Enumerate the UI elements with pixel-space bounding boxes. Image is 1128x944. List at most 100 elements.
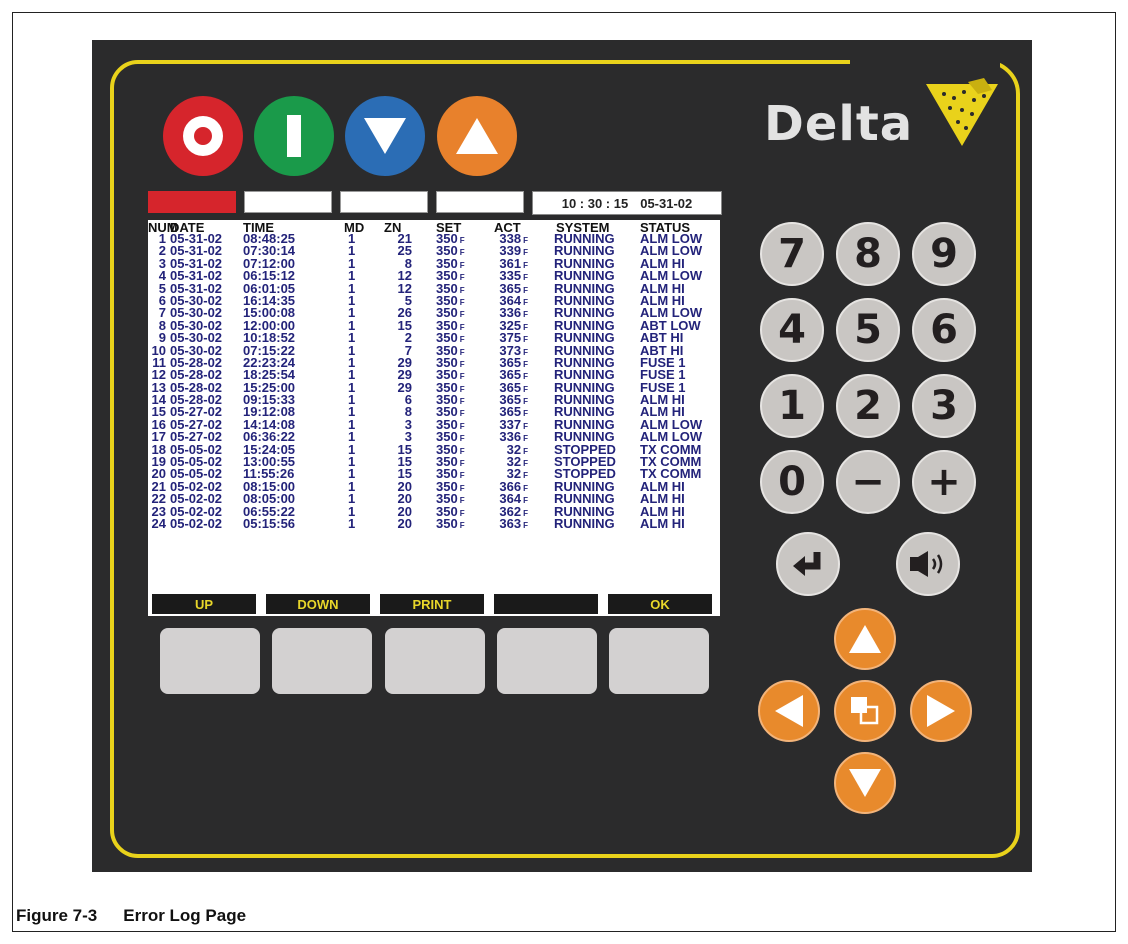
triangle-up-icon — [456, 118, 498, 154]
unit-label: F — [523, 471, 528, 481]
nav-down-button[interactable] — [834, 752, 896, 814]
function-key-3[interactable] — [385, 628, 485, 694]
key-2[interactable]: 2 — [836, 374, 900, 438]
function-key-1[interactable] — [160, 628, 260, 694]
down-button[interactable] — [345, 96, 425, 176]
unit-label: F — [523, 359, 528, 369]
figure-title: Error Log Page — [123, 906, 247, 925]
table-cell: RUNNING — [554, 515, 615, 531]
clock-time: 10 : 30 : 15 — [561, 195, 629, 211]
alarm-silence-button[interactable] — [896, 532, 960, 596]
clock-date: 05-31-02 — [640, 195, 693, 211]
table-row: 2 05-31-02 07:30:14 1 25 350 F 339 F RUNNING ALM L… — [148, 244, 720, 258]
softkey-bar: UP DOWN PRINT OK — [148, 592, 720, 616]
unit-label: F — [523, 260, 528, 270]
table-cell: 20 — [397, 515, 412, 531]
figure-number: Figure 7-3 — [16, 906, 98, 925]
brand-logo: Delta — [764, 96, 913, 152]
unit-label: F — [523, 384, 528, 394]
function-key-2[interactable] — [272, 628, 372, 694]
arrow-down-icon — [849, 769, 881, 797]
key-0[interactable]: 0 — [760, 450, 824, 514]
unit-label: F — [523, 459, 528, 469]
enter-button[interactable] — [776, 532, 840, 596]
key-4[interactable]: 4 — [760, 298, 824, 362]
key-6[interactable]: 6 — [912, 298, 976, 362]
nav-up-button[interactable] — [834, 608, 896, 670]
unit-label: F — [459, 483, 465, 493]
table-row: 7 05-30-02 15:00:08 1 26 350 F 336 F RUNNING ALM L… — [148, 306, 720, 320]
unit-label: F — [523, 347, 528, 357]
table-row: 19 05-05-02 13:00:55 1 15 350 F 32 F STOPPED TX CO… — [148, 455, 720, 469]
triangle-down-icon — [364, 118, 406, 154]
start-button[interactable] — [254, 96, 334, 176]
unit-label: F — [523, 434, 528, 444]
speaker-icon — [910, 551, 943, 577]
figure-caption: Figure 7-3 Error Log Page — [16, 906, 272, 926]
nav-right-button[interactable] — [910, 680, 972, 742]
softkey-label-blank — [494, 594, 598, 614]
unit-label: F — [523, 273, 528, 283]
status-indicator-4 — [436, 191, 524, 213]
error-log-screen: NUM DATE TIME MD ZN SET ACT SYSTEM STATUS 1 05-31… — [148, 220, 720, 616]
key-1[interactable]: 1 — [760, 374, 824, 438]
unit-label: F — [459, 471, 465, 481]
table-row: 18 05-05-02 15:24:05 1 15 350 F 32 F STOPPED TX CO… — [148, 443, 720, 456]
unit-label: F — [459, 421, 465, 431]
function-key-4[interactable] — [497, 628, 597, 694]
nav-page-button[interactable] — [834, 680, 896, 742]
stop-icon — [183, 116, 223, 156]
table-cell: 05-02-02 — [170, 515, 223, 531]
unit-label: F — [523, 496, 528, 506]
unit-label: F — [459, 248, 465, 258]
unit-label: F — [459, 310, 465, 320]
stop-button[interactable] — [163, 96, 243, 176]
table-cell: 05:15:56 — [243, 515, 296, 531]
unit-label: F — [523, 297, 528, 307]
unit-label: F — [523, 248, 528, 258]
unit-label: F — [459, 372, 465, 382]
key-3[interactable]: 3 — [912, 374, 976, 438]
unit-label: F — [459, 322, 465, 332]
table-row: 3 05-31-02 07:12:00 1 8 350 F 361 F RUNNING ALM HI — [148, 257, 720, 270]
table-row: 20 05-05-02 11:55:26 1 15 350 F 32 F STOPPED TX CO… — [148, 467, 720, 481]
unit-label: F — [459, 459, 465, 469]
unit-label: F — [523, 322, 528, 332]
table-row: 10 05-30-02 07:15:22 1 7 350 F 373 F RUNNING ABT H… — [148, 344, 720, 357]
unit-label: F — [459, 397, 465, 407]
unit-label: F — [459, 285, 465, 295]
page-swap-icon — [851, 697, 879, 725]
unit-label: F — [459, 496, 465, 506]
arrow-right-icon — [927, 695, 955, 727]
key-8[interactable]: 8 — [836, 222, 900, 286]
unit-label: F — [459, 409, 465, 419]
unit-label: F — [459, 236, 465, 245]
unit-label: F — [523, 409, 528, 419]
function-key-5[interactable] — [609, 628, 709, 694]
key-plus[interactable]: + — [912, 450, 976, 514]
nav-left-button[interactable] — [758, 680, 820, 742]
key-7[interactable]: 7 — [760, 222, 824, 286]
status-indicator-3 — [340, 191, 428, 213]
table-row: 21 05-02-02 08:15:00 1 20 350 F 366 F RUNNING ALM … — [148, 480, 720, 493]
enter-icon — [793, 552, 821, 576]
status-indicator-2 — [244, 191, 332, 213]
table-cell: 350 F — [436, 515, 465, 531]
unit-label: F — [459, 384, 465, 394]
unit-label: F — [523, 285, 528, 295]
unit-label: F — [459, 520, 465, 530]
table-row: 14 05-28-02 09:15:33 1 6 350 F 365 F RUNNING ALM H… — [148, 393, 720, 407]
key-minus[interactable]: − — [836, 450, 900, 514]
softkey-label-up: UP — [152, 594, 256, 614]
key-9[interactable]: 9 — [912, 222, 976, 286]
table-row: 16 05-27-02 14:14:08 1 3 350 F 337 F RUNNING ALM L… — [148, 418, 720, 431]
unit-label: F — [523, 421, 528, 431]
arrow-up-icon — [849, 625, 881, 653]
up-button[interactable] — [437, 96, 517, 176]
key-5[interactable]: 5 — [836, 298, 900, 362]
clock-display: 10 : 30 : 15 05-31-02 — [532, 191, 722, 215]
table-row: 24 05-02-02 05:15:56 1 20 350 F 363 F RUNNING ALM … — [148, 515, 720, 531]
table-row: 6 05-30-02 16:14:35 1 5 350 F 364 F RUNNING ALM HI — [148, 294, 720, 307]
table-row: 22 05-02-02 08:05:00 1 20 350 F 364 F RUNNING ALM … — [148, 492, 720, 506]
softkey-label-print: PRINT — [380, 594, 484, 614]
